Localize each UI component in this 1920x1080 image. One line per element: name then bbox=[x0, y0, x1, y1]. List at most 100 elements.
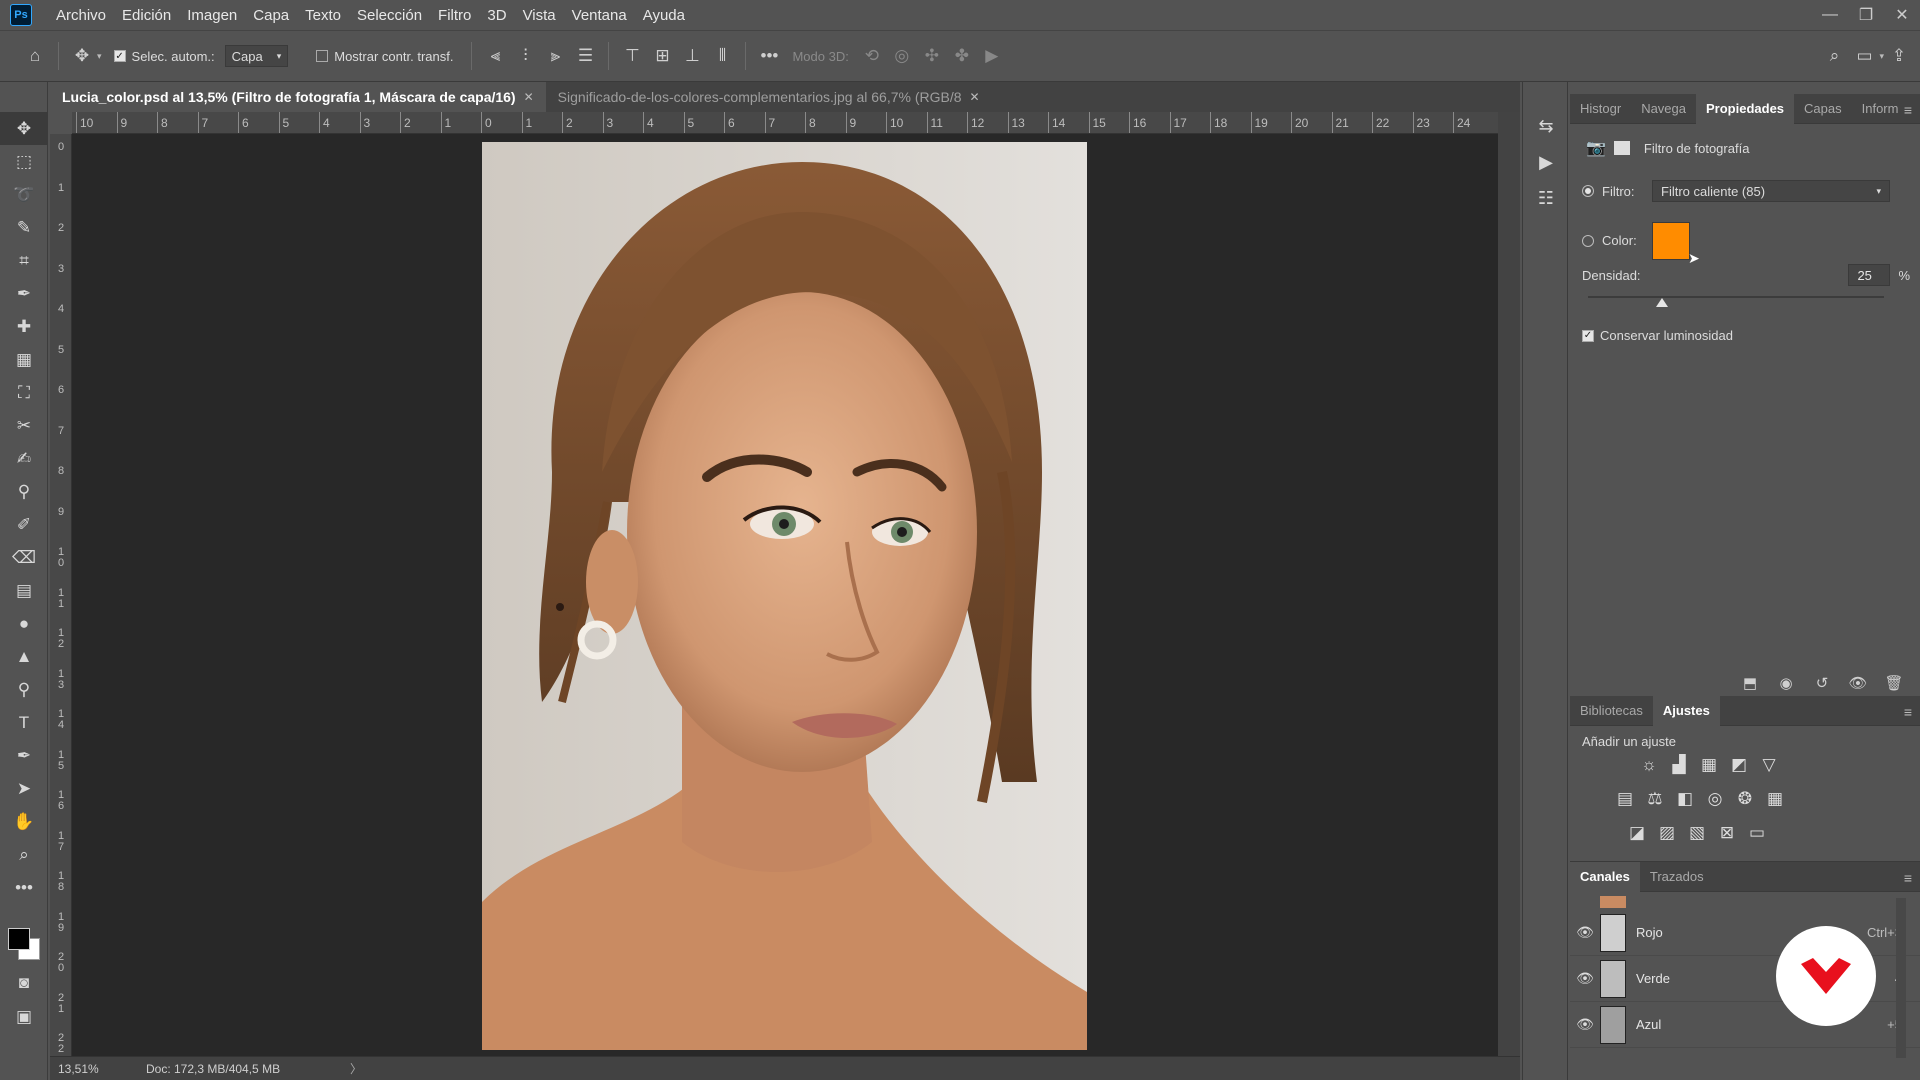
density-input[interactable]: 25 bbox=[1848, 264, 1891, 286]
channel-row[interactable]: 👁 Azul +5 bbox=[1570, 1002, 1920, 1048]
actions-play-icon[interactable]: ▶ bbox=[1523, 144, 1569, 180]
eyedropper-tool-icon[interactable]: ✒ bbox=[0, 277, 48, 310]
filter-color-swatch[interactable] bbox=[1652, 221, 1690, 260]
tab-propiedades[interactable]: Propiedades bbox=[1696, 93, 1795, 124]
tab-trazados[interactable]: Trazados bbox=[1640, 862, 1714, 892]
close-icon[interactable]: ✕ bbox=[970, 90, 980, 104]
align-middle-icon[interactable]: ⊞ bbox=[647, 41, 677, 71]
exposure-icon[interactable]: ◩ bbox=[1724, 750, 1754, 780]
hue-saturation-icon[interactable]: ▤ bbox=[1610, 784, 1640, 814]
drag-3d-icon[interactable]: ✣ bbox=[917, 41, 947, 71]
menu-imagen[interactable]: Imagen bbox=[179, 7, 245, 24]
path-select-tool-icon[interactable]: ➤ bbox=[0, 772, 48, 805]
tab-bibliotecas[interactable]: Bibliotecas bbox=[1570, 696, 1653, 726]
canvas-area[interactable] bbox=[72, 134, 1498, 1056]
menu-archivo[interactable]: Archivo bbox=[48, 7, 114, 24]
type-tool-icon[interactable]: T bbox=[0, 706, 48, 739]
chevron-down-icon[interactable]: ▾ bbox=[97, 51, 102, 62]
vibrance-icon[interactable]: ▽ bbox=[1754, 750, 1784, 780]
home-icon[interactable]: ⌂ bbox=[20, 41, 50, 71]
quick-select-tool-icon[interactable]: ✎ bbox=[0, 211, 48, 244]
filter-dropdown[interactable]: Filtro caliente (85) ▾ bbox=[1652, 180, 1890, 202]
screen-mode-icon[interactable]: ▣ bbox=[0, 1000, 48, 1033]
channel-mixer-icon[interactable]: ❂ bbox=[1730, 784, 1760, 814]
camera-3d-icon[interactable]: ▶ bbox=[977, 41, 1007, 71]
tab-lucia-color[interactable]: Lucia_color.psd al 13,5% (Filtro de foto… bbox=[50, 82, 546, 112]
eraser-tool-icon[interactable]: ⌫ bbox=[0, 541, 48, 574]
close-icon[interactable]: ✕ bbox=[524, 90, 534, 104]
black-white-icon[interactable]: ◧ bbox=[1670, 784, 1700, 814]
channels-scrollbar[interactable] bbox=[1896, 898, 1906, 1058]
visibility-eye-icon[interactable]: 👁 bbox=[1570, 1016, 1600, 1033]
share-icon[interactable]: ⇪ bbox=[1884, 41, 1914, 71]
color-radio[interactable] bbox=[1582, 234, 1594, 247]
healing-brush-tool-icon[interactable]: ✚ bbox=[0, 310, 48, 343]
trash-icon[interactable]: 🗑 bbox=[1876, 674, 1912, 692]
menu-ventana[interactable]: Ventana bbox=[564, 7, 635, 24]
color-swatches[interactable] bbox=[6, 922, 42, 962]
show-transform-checkbox[interactable] bbox=[316, 50, 329, 62]
align-top-icon[interactable]: ⊤ bbox=[617, 41, 647, 71]
move-tool-icon[interactable]: ✥ bbox=[0, 112, 48, 145]
visibility-eye-icon[interactable]: 👁 bbox=[1840, 674, 1876, 692]
tab-ajustes[interactable]: Ajustes bbox=[1652, 695, 1720, 726]
move-tool-icon[interactable]: ✥ bbox=[67, 41, 97, 71]
content-aware-move-icon[interactable]: ⛶ bbox=[0, 376, 48, 409]
auto-select-checkbox[interactable]: ✓ bbox=[113, 50, 126, 62]
density-slider-thumb[interactable] bbox=[1656, 298, 1668, 307]
align-center-icon[interactable]: ⫶ bbox=[510, 41, 540, 71]
slide-3d-icon[interactable]: ✤ bbox=[947, 41, 977, 71]
invert-icon[interactable]: ◪ bbox=[1622, 818, 1652, 848]
roll-3d-icon[interactable]: ◎ bbox=[887, 41, 917, 71]
menu-texto[interactable]: Texto bbox=[297, 7, 349, 24]
workspace-icon[interactable]: ▭ bbox=[1849, 41, 1879, 71]
mask-icon[interactable] bbox=[1613, 141, 1630, 155]
restore-button[interactable]: ❐ bbox=[1848, 0, 1884, 30]
align-left-icon[interactable]: ⫷ bbox=[480, 41, 510, 71]
pen-tool-icon[interactable]: ✒ bbox=[0, 739, 48, 772]
visibility-eye-icon[interactable]: 👁 bbox=[1570, 924, 1600, 941]
tab-histograma[interactable]: Histogr bbox=[1570, 94, 1631, 124]
reset-icon[interactable]: ↺ bbox=[1804, 674, 1840, 692]
density-slider-track[interactable] bbox=[1588, 296, 1884, 307]
levels-icon[interactable]: ▟ bbox=[1664, 750, 1694, 780]
panel-menu-icon[interactable]: ≡ bbox=[1904, 102, 1912, 118]
menu-seleccion[interactable]: Selección bbox=[349, 7, 430, 24]
portrait-photo[interactable] bbox=[482, 142, 1087, 1050]
menu-ayuda[interactable]: Ayuda bbox=[635, 7, 693, 24]
tab-canales[interactable]: Canales bbox=[1570, 861, 1640, 892]
panel-menu-icon[interactable]: ≡ bbox=[1904, 870, 1912, 886]
menu-filtro[interactable]: Filtro bbox=[430, 7, 479, 24]
visibility-eye-icon[interactable]: 👁 bbox=[1570, 970, 1600, 987]
distribute-vertical-icon[interactable]: ⦀ bbox=[707, 41, 737, 71]
quick-mask-icon[interactable]: ◙ bbox=[0, 966, 48, 999]
zoom-level[interactable]: 13,51% bbox=[50, 1062, 140, 1076]
sharpen-tool-icon[interactable]: ▲ bbox=[0, 640, 48, 673]
photo-filter-adj-icon[interactable]: ◎ bbox=[1700, 784, 1730, 814]
tab-navegador[interactable]: Navega bbox=[1631, 94, 1696, 124]
auto-select-target-dropdown[interactable]: Capa ▾ bbox=[224, 45, 289, 67]
history-brush-tool-icon[interactable]: ✐ bbox=[0, 508, 48, 541]
marquee-tool-icon[interactable]: ⬚ bbox=[0, 145, 48, 178]
brightness-icon[interactable]: ☼ bbox=[1634, 750, 1664, 780]
tab-informacion[interactable]: Inform bbox=[1852, 94, 1909, 124]
status-arrow-icon[interactable]: 〉 bbox=[350, 1060, 362, 1077]
brush-tool-icon[interactable]: ✍ bbox=[0, 442, 48, 475]
tab-colores-complementarios[interactable]: Significado-de-los-colores-complementari… bbox=[546, 82, 992, 112]
preserve-luminosity-checkbox[interactable]: ✓ bbox=[1582, 329, 1594, 342]
more-tools-icon[interactable]: ••• bbox=[0, 871, 48, 904]
dodge-tool-icon[interactable]: ⚲ bbox=[0, 673, 48, 706]
threshold-icon[interactable]: ▧ bbox=[1682, 818, 1712, 848]
blur-tool-icon[interactable]: ● bbox=[0, 607, 48, 640]
gradient-map-icon[interactable]: ▭ bbox=[1742, 818, 1772, 848]
menu-capa[interactable]: Capa bbox=[245, 7, 297, 24]
search-icon[interactable]: ⌕ bbox=[1819, 41, 1849, 71]
red-eye-tool-icon[interactable]: ✂ bbox=[0, 409, 48, 442]
distribute-horizontal-icon[interactable]: ☰ bbox=[570, 41, 600, 71]
view-previous-icon[interactable]: ◉ bbox=[1768, 674, 1804, 692]
layer-comps-icon[interactable]: ☷ bbox=[1523, 180, 1569, 216]
align-right-icon[interactable]: ⫸ bbox=[540, 41, 570, 71]
gradient-tool-icon[interactable]: ▤ bbox=[0, 574, 48, 607]
align-bottom-icon[interactable]: ⊥ bbox=[677, 41, 707, 71]
posterize-icon[interactable]: ▨ bbox=[1652, 818, 1682, 848]
